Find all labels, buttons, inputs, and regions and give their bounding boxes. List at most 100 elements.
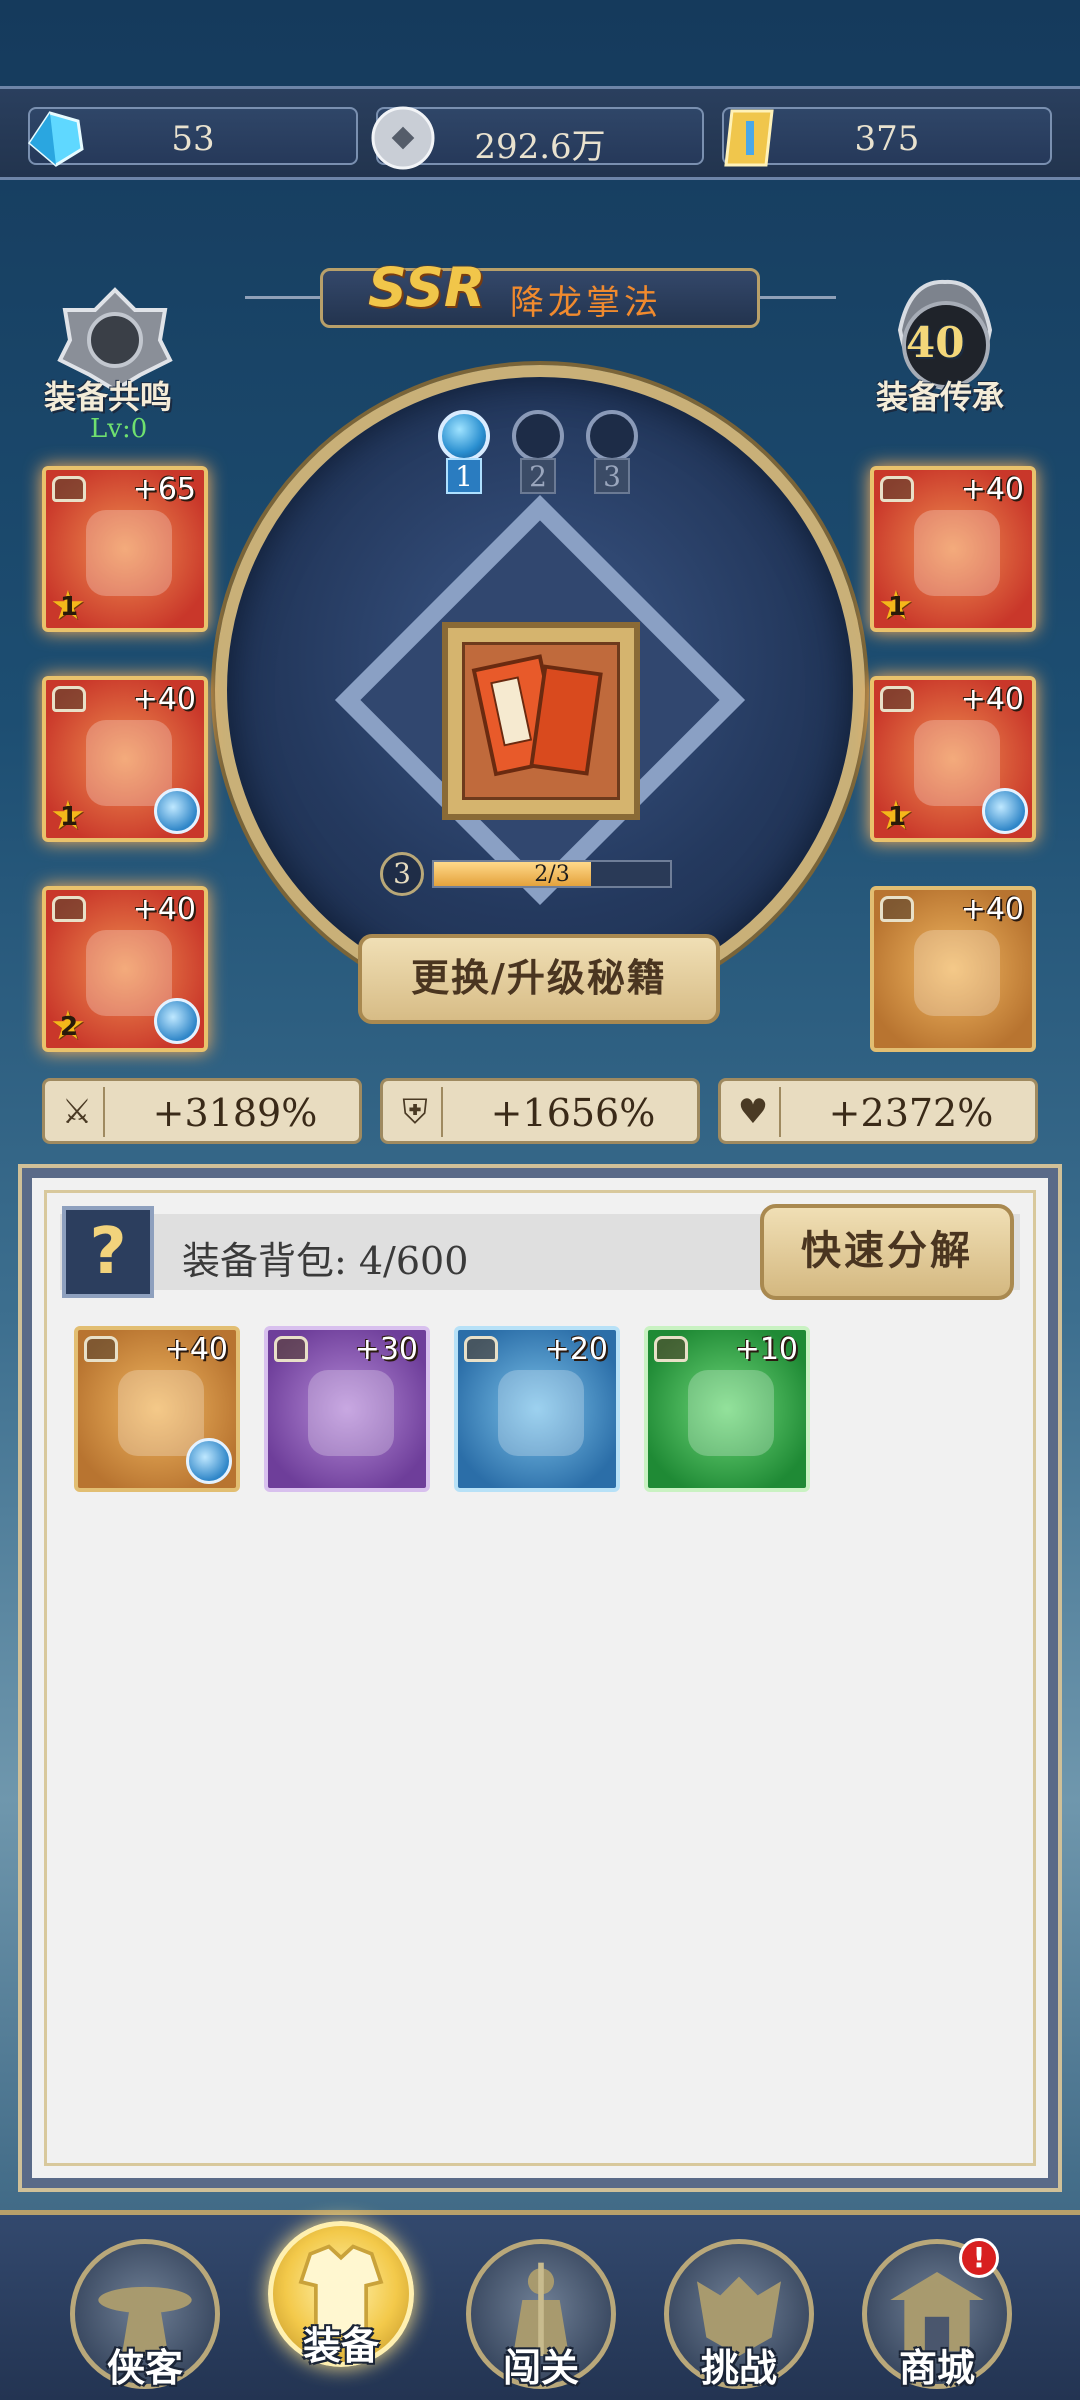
skill-slot-1-number: 1 — [446, 458, 482, 494]
gem-orb-icon — [982, 788, 1028, 834]
bag-item[interactable]: +20 — [454, 1326, 620, 1492]
skill-slot-1[interactable] — [438, 410, 490, 462]
star-count: 1 — [60, 802, 79, 832]
bracer-icon — [914, 510, 1000, 596]
lock-icon — [880, 896, 914, 922]
stat-defense: ⛨ +1656% — [380, 1078, 700, 1144]
bracer-icon — [498, 1370, 584, 1456]
nav-heroes[interactable]: 侠客 — [70, 2239, 220, 2390]
coin-value: 292.6万 — [474, 127, 606, 167]
enhance-level: +65 — [132, 472, 196, 507]
necklace-icon — [688, 1370, 774, 1456]
gem-orb-icon — [186, 1438, 232, 1484]
nav-stages-label: 闯关 — [502, 2345, 579, 2390]
jade-value: 53 — [171, 119, 215, 159]
equip-slot-ring[interactable]: +40 ★ 2 — [42, 886, 208, 1052]
skill-book[interactable] — [442, 622, 640, 820]
bag-item[interactable]: +10 — [644, 1326, 810, 1492]
bag-capacity-label: 装备背包: 4/600 — [182, 1239, 469, 1283]
bag-item[interactable]: +30 — [264, 1326, 430, 1492]
skill-name: 降龙掌法 — [510, 283, 662, 323]
token-value: 375 — [854, 119, 920, 159]
skill-book-icon — [462, 642, 620, 800]
title-divider-right — [756, 296, 836, 299]
necklace-icon — [118, 1370, 204, 1456]
crossed-swords-icon: ⚔ — [51, 1087, 105, 1137]
lock-icon — [84, 1336, 118, 1362]
skill-progress-text: 2/3 — [534, 862, 570, 887]
lock-icon — [464, 1336, 498, 1362]
skill-progress: 3 2/3 — [380, 852, 700, 896]
star-count: 1 — [60, 592, 79, 622]
lock-icon — [654, 1336, 688, 1362]
title-divider-left — [245, 296, 325, 299]
bag-item[interactable]: +40 — [74, 1326, 240, 1492]
sword-icon — [86, 510, 172, 596]
enhance-level: +40 — [132, 892, 196, 927]
jade-currency[interactable]: 53 — [28, 107, 358, 167]
skill-slot-3[interactable] — [586, 410, 638, 462]
equip-slot-weapon[interactable]: +65 ★ 1 — [42, 466, 208, 632]
inherit-level: 40 — [906, 318, 965, 367]
skill-slot-2[interactable] — [512, 410, 564, 462]
skill-progress-bar: 2/3 — [432, 860, 672, 888]
nav-challenge[interactable]: 挑战 — [664, 2239, 814, 2390]
bottom-nav: 侠客 装备 闯关 挑战 商城 ! — [0, 2210, 1080, 2400]
nav-challenge-label: 挑战 — [700, 2345, 777, 2390]
coin-currency[interactable]: 292.6万 — [371, 106, 704, 170]
lock-icon — [52, 896, 86, 922]
enhance-level: +40 — [960, 472, 1024, 507]
enhance-level: +40 — [132, 682, 196, 717]
token-currency[interactable]: 375 — [722, 107, 1052, 167]
equipment-bag-panel — [18, 1164, 1062, 2192]
nav-shop-label: 商城 — [898, 2345, 975, 2390]
lock-icon — [274, 1336, 308, 1362]
resonance-level: Lv:0 — [90, 414, 148, 444]
quick-decompose-button[interactable]: 快速分解 — [760, 1204, 1014, 1300]
enhance-level: +40 — [960, 682, 1024, 717]
equip-slot-necklace[interactable]: +40 ★ 1 — [42, 676, 208, 842]
enhance-level: +40 — [164, 1332, 228, 1367]
lock-icon — [52, 476, 86, 502]
enhance-level: +40 — [960, 892, 1024, 927]
star-count: 2 — [60, 1012, 79, 1042]
enhance-level: +30 — [354, 1332, 418, 1367]
skill-slot-3-number: 3 — [594, 458, 630, 494]
lock-icon — [880, 686, 914, 712]
stat-health-value: +2372% — [828, 1091, 994, 1135]
gem-orb-icon — [154, 788, 200, 834]
nav-equipment-label: 装备 — [302, 2323, 379, 2368]
equip-slot-bracer[interactable]: +40 ★ 1 — [870, 466, 1036, 632]
star-count: 1 — [888, 802, 907, 832]
necklace-icon — [86, 720, 172, 806]
shield-icon: ⛨ — [389, 1087, 443, 1137]
rarity-badge: SSR — [368, 256, 486, 319]
equip-slot-armor[interactable]: +40 ★ 1 — [870, 676, 1036, 842]
currency-bar: 53 292.6万 375 — [0, 86, 1080, 180]
nav-heroes-label: 侠客 — [106, 2345, 183, 2390]
stat-defense-value: +1656% — [490, 1091, 656, 1135]
equip-slot-boots[interactable]: +40 — [870, 886, 1036, 1052]
nav-shop[interactable]: 商城 ! — [862, 2238, 1012, 2390]
boots-icon — [914, 930, 1000, 1016]
stat-attack: ⚔ +3189% — [42, 1078, 362, 1144]
stat-health: ♥ +2372% — [718, 1078, 1038, 1144]
inherit-label: 装备传承 — [876, 378, 1005, 416]
stat-attack-value: +3189% — [152, 1091, 318, 1135]
heart-icon: ♥ — [727, 1087, 781, 1137]
nav-equipment[interactable]: 装备 — [268, 2221, 414, 2368]
change-upgrade-button[interactable]: 更换/升级秘籍 — [358, 934, 720, 1024]
shop-notification-badge: ! — [959, 2238, 999, 2278]
help-button[interactable]: ? — [62, 1206, 154, 1298]
resonance-label: 装备共鸣 — [44, 378, 173, 416]
star-count: 1 — [888, 592, 907, 622]
armor-icon — [914, 720, 1000, 806]
enhance-level: +20 — [544, 1332, 608, 1367]
skill-slot-2-number: 2 — [520, 458, 556, 494]
ring-icon — [86, 930, 172, 1016]
ring-icon — [308, 1370, 394, 1456]
enhance-level: +10 — [734, 1332, 798, 1367]
skill-progress-level: 3 — [380, 852, 424, 896]
lock-icon — [880, 476, 914, 502]
nav-stages[interactable]: 闯关 — [466, 2239, 616, 2390]
